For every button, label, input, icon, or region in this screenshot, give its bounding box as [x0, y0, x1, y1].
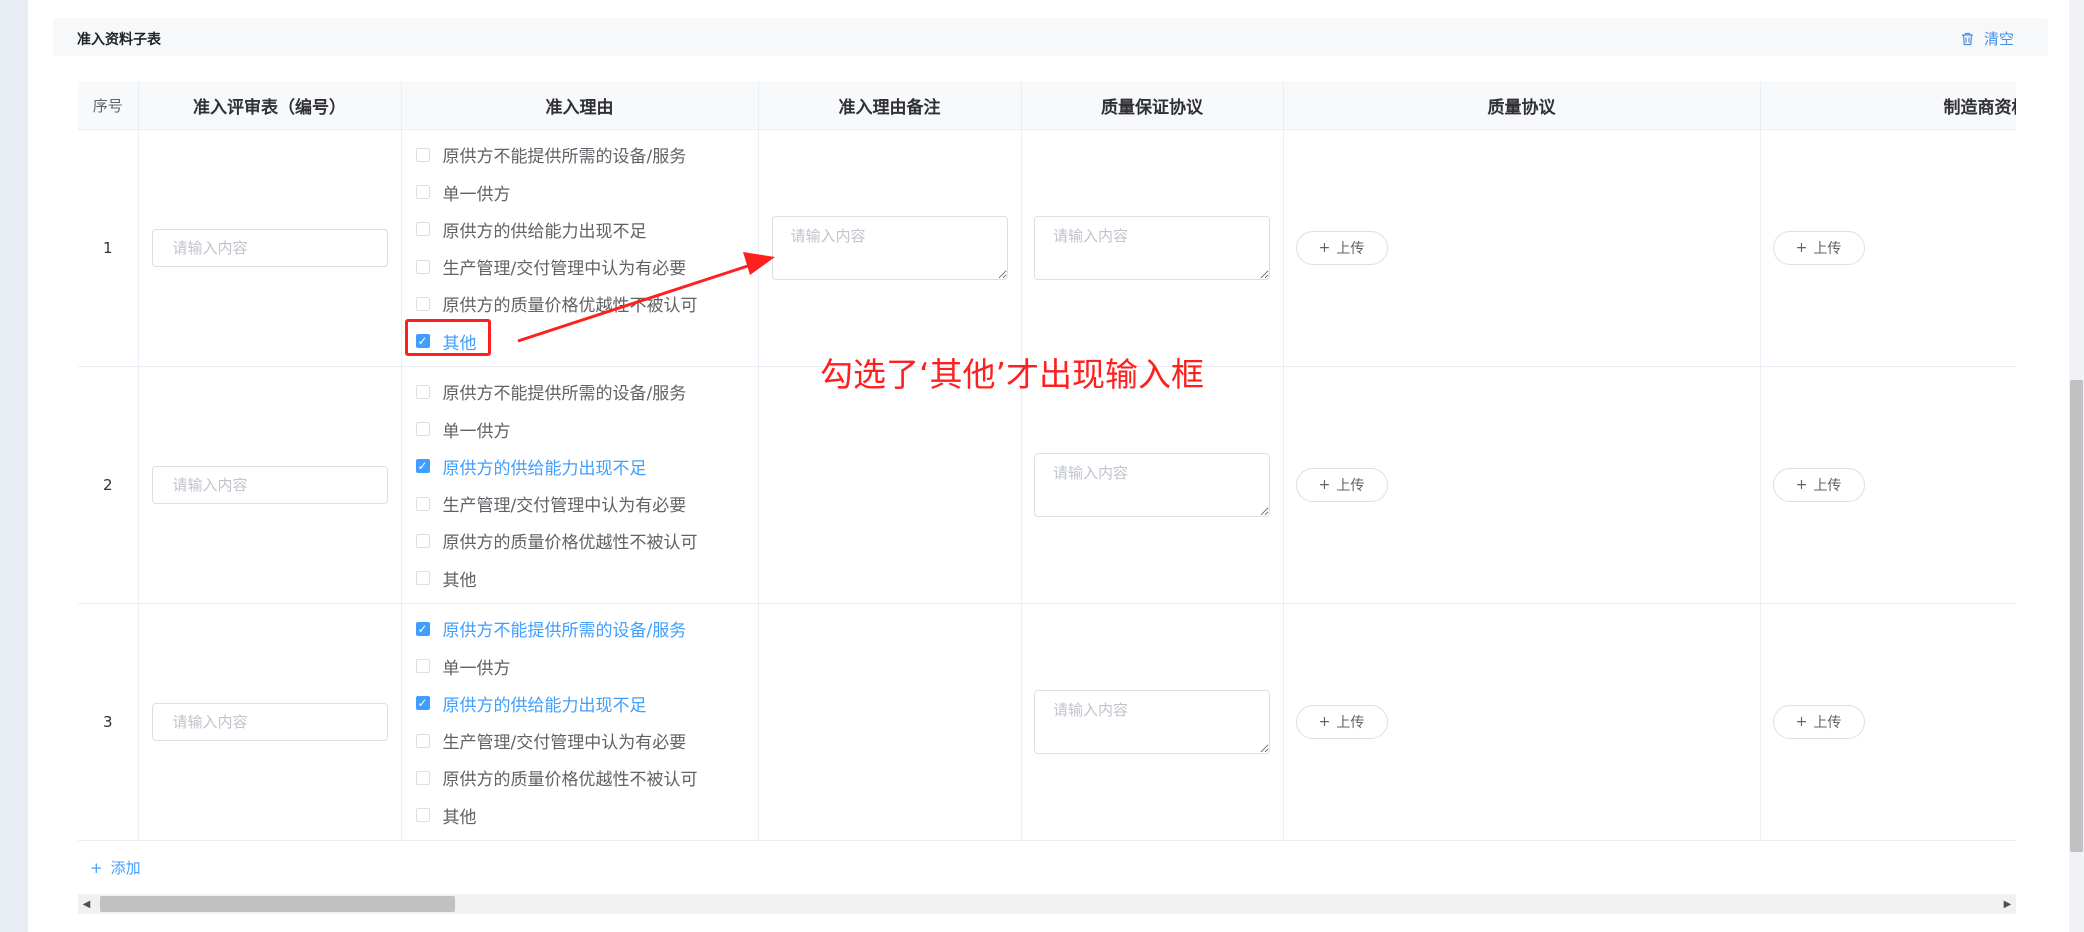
annotation-arrow: [517, 252, 775, 343]
annotation-text: 勾选了‘其他’才出现输入框: [820, 355, 1204, 394]
annotation-arrow-head: [743, 252, 775, 275]
annotation-arrow-line: [517, 260, 761, 343]
